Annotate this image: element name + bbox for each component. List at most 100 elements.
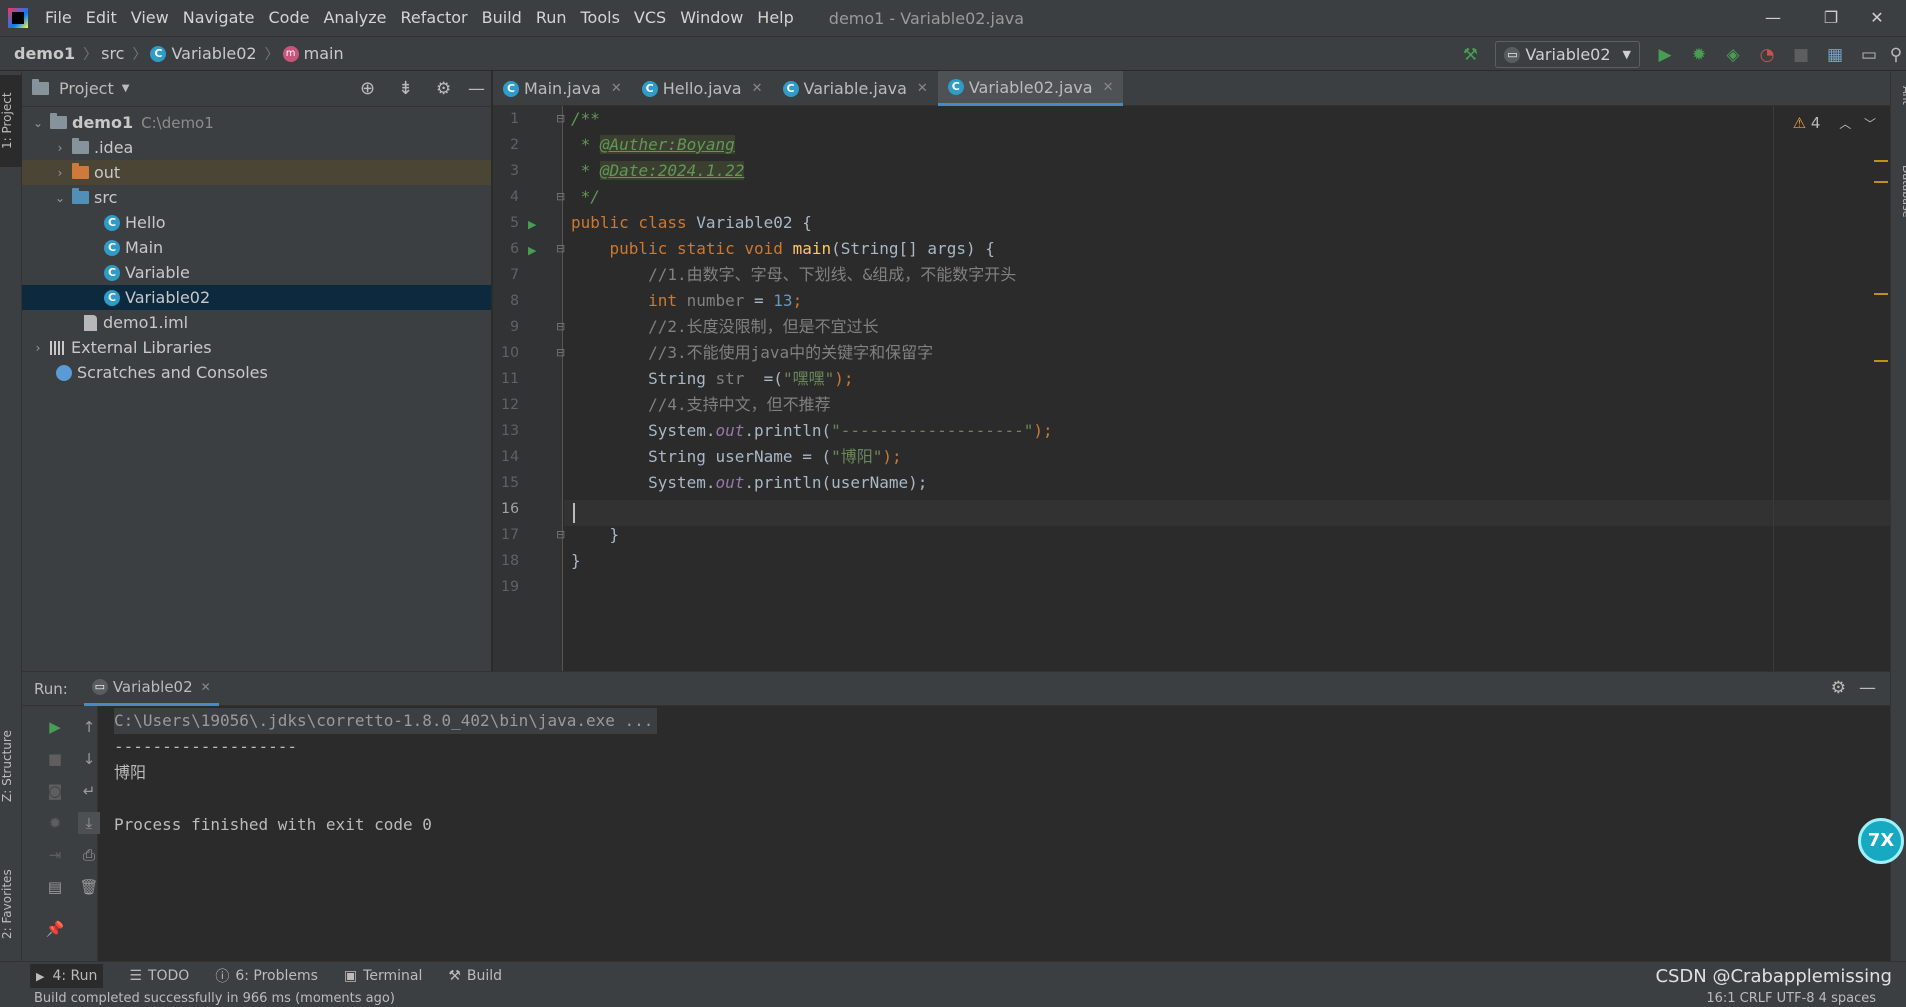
gear-icon[interactable]: ⚙ (1831, 678, 1846, 698)
build-hammer-icon[interactable]: ⚒ (1453, 38, 1487, 72)
menu-window[interactable]: Window (673, 0, 750, 36)
coverage-icon[interactable]: ◈ (1716, 38, 1750, 72)
warning-stripe-marker[interactable] (1874, 293, 1888, 295)
camera-icon[interactable]: ◙ (44, 780, 66, 802)
fold-icon[interactable]: ⊟ (556, 242, 565, 255)
tree-node-class[interactable]: C Main (22, 235, 491, 260)
tree-node-iml[interactable]: demo1.iml (22, 310, 491, 335)
tree-node-class-selected[interactable]: C Variable02 (22, 285, 491, 310)
fold-icon[interactable]: ⊟ (556, 190, 565, 203)
soft-wrap-icon[interactable]: ↵ (78, 780, 100, 802)
menu-help[interactable]: Help (750, 0, 800, 36)
tree-node-class[interactable]: C Variable (22, 260, 491, 285)
tab-variable-java[interactable]: C Variable.java ✕ (773, 71, 938, 106)
tree-node-external-libraries[interactable]: › External Libraries (22, 335, 491, 360)
window-icon[interactable]: ▭ (1852, 38, 1886, 72)
inspection-widget[interactable]: ⚠ 4 ︿ ﹀ (1793, 114, 1876, 132)
breadcrumb-method[interactable]: main (304, 44, 344, 63)
close-window-icon[interactable]: ✕ (1848, 0, 1906, 36)
tree-node-class[interactable]: C Hello (22, 210, 491, 235)
menu-build[interactable]: Build (475, 0, 529, 36)
menu-vcs[interactable]: VCS (627, 0, 673, 36)
database-tool-tab[interactable]: Database (1891, 151, 1906, 231)
close-icon[interactable]: ✕ (752, 81, 763, 96)
scroll-to-end-icon[interactable]: ⤓ (78, 812, 100, 834)
warning-stripe-marker[interactable] (1874, 160, 1888, 162)
close-icon[interactable]: ✕ (611, 81, 622, 96)
exit-icon[interactable]: ⇥ (44, 844, 66, 866)
menu-refactor[interactable]: Refactor (394, 0, 475, 36)
run-gutter-icon[interactable]: ▶ (528, 218, 536, 231)
project-tool-tab[interactable]: 1: Project (0, 75, 22, 167)
tree-node-src[interactable]: ⌄ src (22, 185, 491, 210)
code-editor[interactable]: 1 2 3 4 5 6 7 8 9 10 11 12 13 14 15 16 1… (493, 106, 1890, 671)
arrow-up-icon[interactable]: ↑ (78, 716, 100, 738)
tab-main-java[interactable]: C Main.java ✕ (493, 71, 632, 106)
pin-icon[interactable]: 📌 (44, 918, 66, 940)
chevron-down-icon[interactable]: ⌄ (52, 191, 68, 205)
minimize-icon[interactable]: — (1744, 0, 1802, 36)
print-icon[interactable]: ⎙ (78, 844, 100, 866)
trash-icon[interactable]: 🗑 (78, 876, 100, 898)
status-message[interactable]: Build completed successfully in 966 ms (… (34, 991, 395, 1006)
tab-variable02-java[interactable]: C Variable02.java ✕ (937, 71, 1124, 106)
project-panel-title[interactable]: Project (59, 79, 114, 98)
tab-run[interactable]: ▶ 4: Run (30, 964, 104, 988)
menu-view[interactable]: View (124, 0, 176, 36)
close-icon[interactable]: ✕ (917, 81, 928, 96)
close-icon[interactable]: ✕ (201, 680, 211, 694)
menu-file[interactable]: File (38, 0, 79, 36)
search-icon[interactable]: ⚲ (1886, 38, 1906, 72)
fold-icon[interactable]: ⊟ (556, 346, 565, 359)
run-gutter-icon[interactable]: ▶ (528, 244, 536, 257)
run-icon[interactable]: ▶ (1648, 38, 1682, 72)
hide-panel-icon[interactable]: — (468, 79, 485, 99)
assistant-mascot-icon[interactable]: 7X (1858, 818, 1904, 864)
profile-icon[interactable]: ◔ (1750, 38, 1784, 72)
breadcrumb-project[interactable]: demo1 (14, 44, 75, 63)
chevron-right-icon[interactable]: › (52, 166, 68, 180)
chevron-right-icon[interactable]: › (52, 141, 68, 155)
tree-node-scratches[interactable]: Scratches and Consoles (22, 360, 491, 385)
stop-icon[interactable]: ■ (44, 748, 66, 770)
fold-icon[interactable]: ⊟ (556, 112, 565, 125)
fold-icon[interactable]: ⊟ (556, 528, 565, 541)
tab-problems[interactable]: ⓘ 6: Problems (215, 966, 318, 986)
locate-icon[interactable]: ⊕ (360, 78, 375, 99)
breadcrumb-folder[interactable]: src (101, 44, 124, 63)
menu-tools[interactable]: Tools (574, 0, 627, 36)
close-icon[interactable]: ✕ (1103, 80, 1114, 95)
menu-navigate[interactable]: Navigate (176, 0, 262, 36)
stop-icon[interactable]: ■ (1784, 38, 1818, 72)
chevron-right-icon[interactable]: › (30, 341, 46, 355)
gear-icon[interactable]: ⚙ (436, 79, 451, 99)
project-structure-icon[interactable]: ▦ (1818, 38, 1852, 72)
menu-edit[interactable]: Edit (79, 0, 124, 36)
chevron-down-icon[interactable]: ⌄ (30, 116, 46, 130)
run-configuration-select[interactable]: ▭ Variable02 ▼ (1495, 41, 1640, 68)
menu-analyze[interactable]: Analyze (316, 0, 393, 36)
tab-todo[interactable]: ☰ TODO (129, 968, 189, 984)
layout-icon[interactable]: ▤ (44, 876, 66, 898)
menu-code[interactable]: Code (262, 0, 317, 36)
structure-tool-tab[interactable]: Z: Structure (0, 711, 22, 821)
chevron-down-icon[interactable]: ▼ (122, 83, 130, 94)
tree-node-root[interactable]: ⌄ demo1 C:\demo1 (22, 110, 491, 135)
tab-build[interactable]: ⚒ Build (448, 968, 502, 984)
ant-tool-tab[interactable]: Ant (1891, 75, 1906, 115)
debug-icon[interactable]: ✹ (1682, 38, 1716, 72)
status-right-info[interactable]: 16:1 CRLF UTF-8 4 spaces (1706, 990, 1876, 1007)
breadcrumb-class[interactable]: Variable02 (171, 44, 256, 63)
chevron-down-icon[interactable]: ﹀ (1864, 117, 1876, 131)
warning-stripe-marker[interactable] (1874, 181, 1888, 183)
debug-icon[interactable]: ✹ (44, 812, 66, 834)
favorites-tool-tab[interactable]: 2: Favorites (0, 849, 22, 959)
warning-stripe-marker[interactable] (1874, 360, 1888, 362)
tree-node-out[interactable]: › out (22, 160, 491, 185)
menu-run[interactable]: Run (529, 0, 574, 36)
fold-icon[interactable]: ⊟ (556, 320, 565, 333)
run-tab[interactable]: ▭ Variable02 ✕ (83, 672, 219, 706)
tree-node-idea[interactable]: › .idea (22, 135, 491, 160)
tab-hello-java[interactable]: C Hello.java ✕ (632, 71, 773, 106)
chevron-up-icon[interactable]: ︿ (1839, 117, 1851, 131)
